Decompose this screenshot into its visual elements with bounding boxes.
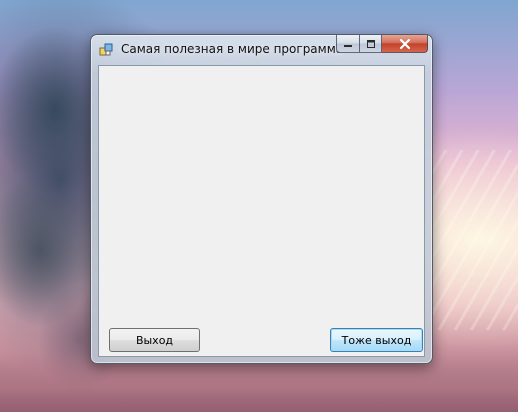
title-bar[interactable]: Самая полезная в мире программа bbox=[91, 35, 432, 63]
exit-button[interactable]: Выход bbox=[109, 328, 200, 352]
window-client-area: Выход Тоже выход bbox=[98, 65, 425, 357]
maximize-icon bbox=[366, 39, 375, 48]
close-button[interactable] bbox=[382, 35, 428, 53]
also-exit-button[interactable]: Тоже выход bbox=[330, 328, 423, 352]
app-window: Самая полезная в мире программа Выход То… bbox=[90, 34, 433, 364]
app-icon[interactable] bbox=[99, 42, 115, 58]
desktop-wallpaper-sunrays bbox=[428, 150, 518, 330]
minimize-icon bbox=[344, 44, 352, 47]
minimize-button[interactable] bbox=[336, 35, 360, 53]
window-title: Самая полезная в мире программа bbox=[121, 42, 344, 56]
close-icon bbox=[399, 38, 410, 49]
maximize-button[interactable] bbox=[360, 35, 382, 53]
caption-buttons bbox=[336, 35, 428, 54]
